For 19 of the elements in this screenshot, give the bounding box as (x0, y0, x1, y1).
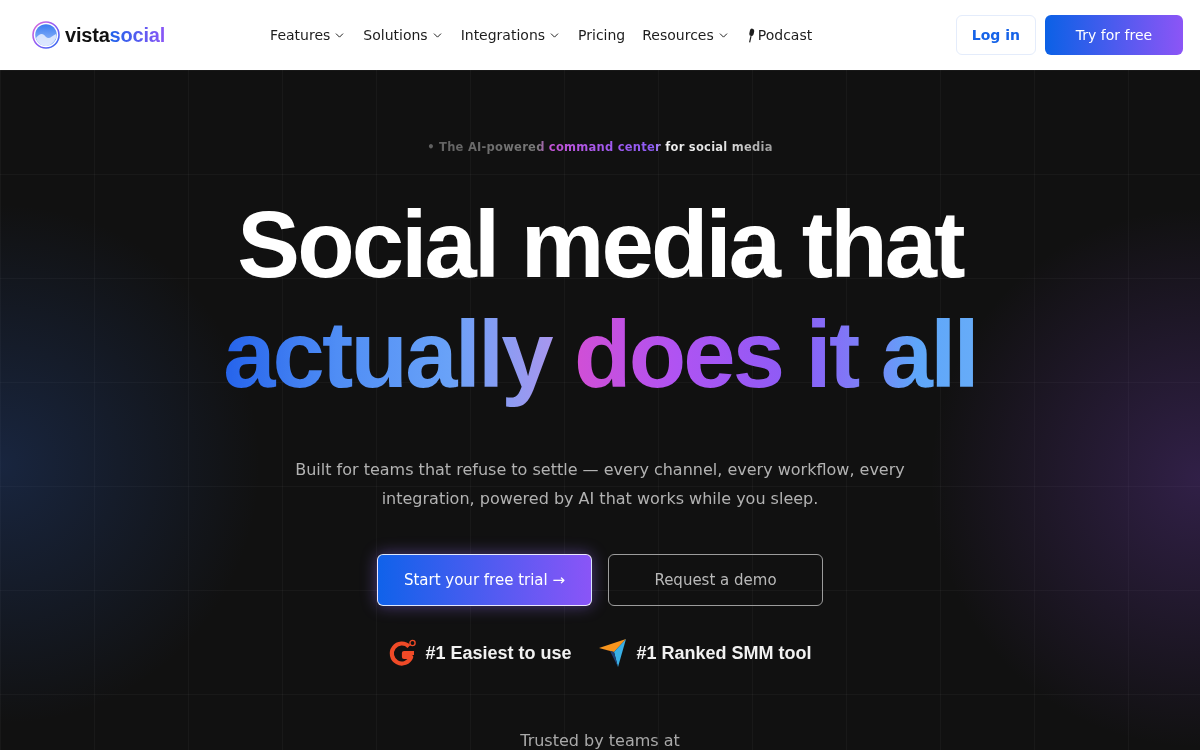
login-button[interactable]: Log in (955, 15, 1036, 55)
demo-button[interactable]: Request a demo (608, 554, 823, 606)
hero-subtitle: Built for teams that refuse to settle — every channel, every workflow, every integration, powered by AI that works while you sleep. (294, 459, 906, 510)
nav-link[interactable]: Integrations (460, 27, 562, 43)
hero-headline: Social media that (237, 191, 963, 299)
microphone-icon (746, 27, 755, 43)
hero-tagline: • The AI-powered command center for social media (427, 138, 773, 156)
arc-logo-icon (388, 639, 417, 667)
award-text: #1 Ranked SMM tool (636, 642, 812, 664)
logo-icon (32, 21, 60, 49)
free-trial-button[interactable]: Start your free trial → (377, 554, 592, 606)
trusted-by-text: Trusted by teams at (520, 732, 680, 750)
nav-link[interactable]: Features (270, 27, 347, 43)
try-free-button[interactable]: Try for free (1045, 15, 1183, 55)
nav-link[interactable]: Solutions (363, 27, 444, 43)
award-text: #1 Easiest to use (425, 642, 572, 664)
nav-link[interactable]: Resources (642, 27, 730, 43)
nav-link[interactable]: Pricing (578, 27, 626, 43)
nav-link[interactable]: Podcast (746, 27, 813, 43)
